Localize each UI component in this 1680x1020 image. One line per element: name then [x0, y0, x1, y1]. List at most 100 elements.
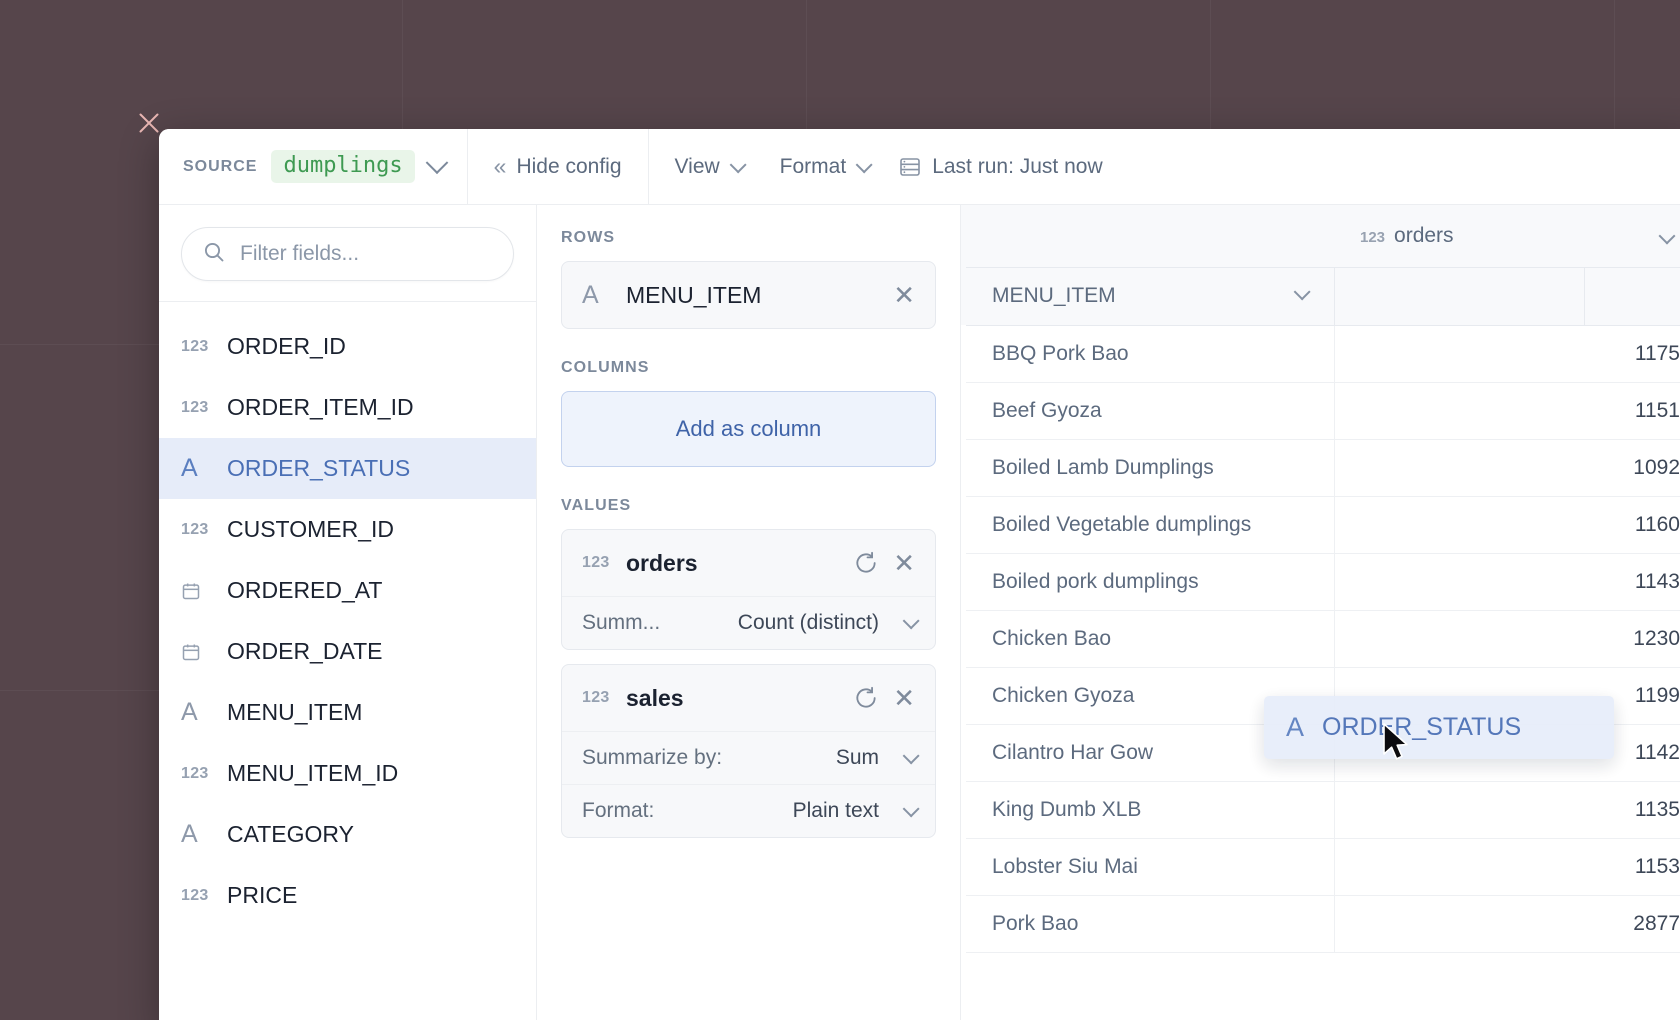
table-row[interactable]: Boiled pork dumplings 1143: [961, 553, 1680, 611]
cell-menu-item: Chicken Bao: [966, 610, 1335, 668]
summarize-row-sales[interactable]: Summarize by: Sum: [562, 731, 935, 784]
table-row[interactable]: BBQ Pork Bao 1175: [961, 325, 1680, 383]
rows-chip[interactable]: A MENU_ITEM ✕: [562, 262, 935, 328]
drag-ghost-order-status[interactable]: A ORDER_STATUS: [1264, 696, 1614, 759]
chevron-down-icon[interactable]: [1293, 282, 1311, 300]
field-item-label: MENU_ITEM: [227, 699, 363, 725]
hide-config-button[interactable]: « Hide config: [490, 155, 626, 179]
source-value-chip[interactable]: dumplings: [271, 150, 415, 183]
reset-icon[interactable]: [853, 550, 879, 576]
cell-menu-item: Boiled Vegetable dumplings: [966, 496, 1335, 554]
field-item-menu-item-id[interactable]: 123 MENU_ITEM_ID: [159, 743, 536, 804]
table-dimension-header-row: MENU_ITEM: [961, 267, 1680, 326]
results-table: 123 orders MENU_ITEM BBQ Pork Bao 1175 B…: [961, 205, 1680, 953]
table-row[interactable]: King Dumb XLB 1135: [961, 781, 1680, 839]
field-item-order-date[interactable]: ORDER_DATE: [159, 621, 536, 682]
value-subheader-cell: [1334, 267, 1585, 326]
toolbar-divider: [466, 129, 468, 205]
field-item-order-item-id[interactable]: 123 ORDER_ITEM_ID: [159, 377, 536, 438]
search-input[interactable]: [240, 242, 511, 266]
rows-chip-card: A MENU_ITEM ✕: [561, 261, 936, 329]
format-value: Plain text: [792, 799, 879, 822]
string-type-icon: A: [181, 820, 198, 848]
field-item-menu-item[interactable]: A MENU_ITEM: [159, 682, 536, 743]
value-subheader-cell-2: [1584, 267, 1680, 326]
last-run-label: Last run: Just now: [932, 154, 1103, 178]
table-row[interactable]: Beef Gyoza 1151: [961, 382, 1680, 440]
number-type-icon: 123: [181, 886, 209, 904]
cell-orders: 1143: [1334, 553, 1680, 611]
chevron-down-icon[interactable]: [425, 150, 448, 174]
value-chip-sales[interactable]: 123 sales ✕: [562, 665, 935, 731]
summarize-label: Summ...: [582, 611, 661, 634]
field-item-customer-id[interactable]: 123 CUSTOMER_ID: [159, 499, 536, 560]
rows-chip-label: MENU_ITEM: [626, 281, 762, 308]
mouse-cursor-icon: [1382, 723, 1412, 770]
value-column-header[interactable]: 123 orders: [1334, 205, 1680, 268]
fields-sidebar: 123 ORDER_ID 123 ORDER_ITEM_ID A ORDER_STATUS…: [159, 205, 537, 1020]
number-type-icon: 123: [582, 554, 610, 571]
source-group: SOURCE dumplings: [183, 129, 448, 204]
add-as-column-dropzone[interactable]: Add as column: [561, 391, 936, 467]
search-icon: [202, 240, 226, 269]
remove-value-button[interactable]: ✕: [893, 685, 915, 711]
search-box[interactable]: [181, 227, 514, 281]
cell-menu-item: Pork Bao: [966, 895, 1335, 953]
config-panel: ROWS A MENU_ITEM ✕ COLUMNS Add as column…: [537, 205, 1614, 1020]
field-list: 123 ORDER_ID 123 ORDER_ITEM_ID A ORDER_STATUS…: [159, 302, 536, 1020]
field-item-label: PRICE: [227, 882, 298, 908]
table-row[interactable]: Pork Bao 2877: [961, 895, 1680, 953]
table-row[interactable]: Lobster Siu Mai 1153: [961, 838, 1680, 896]
last-run-status[interactable]: Last run: Just now: [894, 155, 1106, 179]
field-item-price[interactable]: 123 PRICE: [159, 865, 536, 926]
table-row[interactable]: Boiled Vegetable dumplings 1160: [961, 496, 1680, 554]
columns-section-label: COLUMNS: [561, 359, 650, 376]
toolbar: SOURCE dumplings « Hide config View Form…: [159, 129, 1680, 205]
chevron-down-icon[interactable]: [902, 800, 920, 818]
reset-icon[interactable]: [853, 685, 879, 711]
field-item-category[interactable]: A CATEGORY: [159, 804, 536, 865]
results-table-area: 123 orders MENU_ITEM BBQ Pork Bao 1175 B…: [961, 205, 1680, 1020]
rows-section-label: ROWS: [561, 229, 616, 246]
value-chip-orders[interactable]: 123 orders ✕: [562, 530, 935, 596]
dimension-column-header[interactable]: MENU_ITEM: [966, 267, 1335, 326]
table-row[interactable]: Chicken Bao 1230: [961, 610, 1680, 668]
table-empty-corner: [966, 205, 1334, 268]
cell-orders: 2877: [1334, 895, 1680, 953]
cell-orders: 1153: [1334, 838, 1680, 896]
string-type-icon: A: [181, 454, 198, 482]
format-menu[interactable]: Format: [776, 155, 873, 179]
number-type-icon: 123: [181, 764, 209, 782]
screen: SOURCE dumplings « Hide config View Form…: [0, 0, 1680, 1020]
table-body: BBQ Pork Bao 1175 Beef Gyoza 1151 Boiled Lam…: [961, 325, 1680, 953]
field-item-label: ORDER_ID: [227, 333, 346, 359]
calendar-icon: [181, 642, 211, 662]
cell-menu-item: Boiled Lamb Dumplings: [966, 439, 1335, 497]
field-item-order-id[interactable]: 123 ORDER_ID: [159, 316, 536, 377]
table-row[interactable]: Boiled Lamb Dumplings 1092: [961, 439, 1680, 497]
number-type-icon: 123: [181, 398, 209, 416]
remove-value-button[interactable]: ✕: [893, 550, 915, 576]
chevrons-left-icon: «: [493, 153, 507, 179]
field-item-ordered-at[interactable]: ORDERED_AT: [159, 560, 536, 621]
summarize-row-orders[interactable]: Summ... Count (distinct): [562, 596, 935, 649]
format-row-sales[interactable]: Format: Plain text: [562, 784, 935, 837]
query-builder-window: SOURCE dumplings « Hide config View Form…: [159, 129, 1680, 1020]
field-item-label: MENU_ITEM_ID: [227, 760, 399, 786]
chevron-down-icon[interactable]: [1658, 227, 1675, 245]
value-chip-label: orders: [626, 549, 698, 576]
field-item-order-status[interactable]: A ORDER_STATUS: [159, 438, 536, 499]
view-menu[interactable]: View: [671, 155, 747, 179]
chevron-down-icon[interactable]: [902, 612, 920, 630]
remove-row-field-button[interactable]: ✕: [893, 282, 915, 308]
calendar-icon: [181, 581, 211, 601]
cell-menu-item: Lobster Siu Mai: [966, 838, 1335, 896]
cell-orders: 1151: [1334, 382, 1680, 440]
hide-config-label: Hide config: [516, 154, 622, 178]
chevron-down-icon[interactable]: [902, 747, 920, 765]
database-icon: [898, 155, 922, 179]
chevron-down-icon: [729, 155, 747, 173]
format-label: Format: [779, 154, 847, 178]
close-icon[interactable]: [136, 110, 162, 136]
cell-orders: 1230: [1334, 610, 1680, 668]
